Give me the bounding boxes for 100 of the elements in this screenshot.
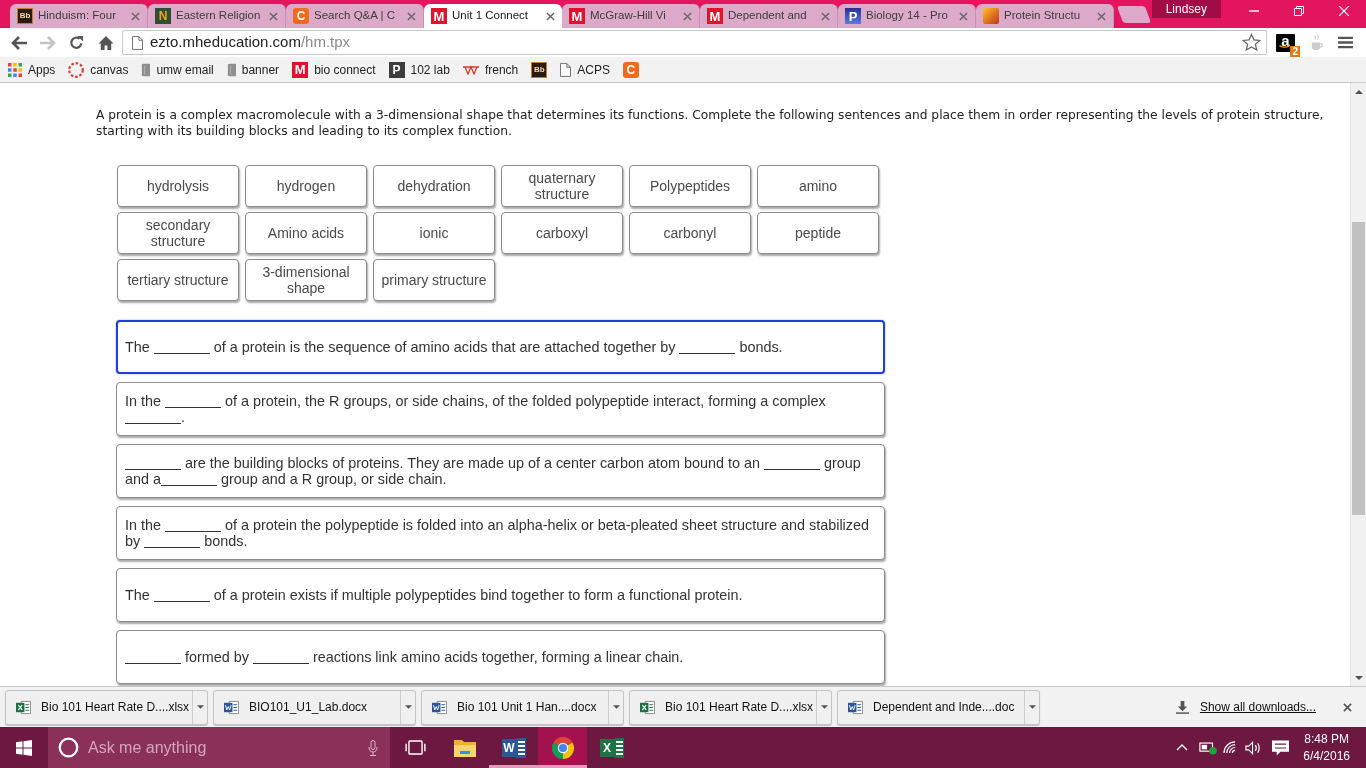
bookmark[interactable]: M bio connect — [290, 58, 378, 81]
word-tile[interactable]: carboxyl — [501, 212, 623, 254]
bookmark[interactable]: ACPS — [558, 58, 612, 81]
sentence-card[interactable]: The of a protein is the sequence of amino acids that are attached together by bonds. — [116, 320, 885, 374]
grid-icon — [8, 62, 22, 77]
word-tile[interactable]: hydrolysis — [117, 165, 239, 207]
scroll-icon — [141, 61, 151, 78]
star-icon[interactable] — [1242, 33, 1261, 52]
bookmark[interactable]: french — [460, 58, 521, 81]
bookmark[interactable]: P 102 lab — [386, 58, 452, 81]
clock-date[interactable]: 6/4/2016 — [1303, 747, 1350, 765]
windows-logo-icon — [16, 739, 32, 756]
letter-icon: M — [569, 8, 585, 24]
download-icon — [1175, 700, 1189, 714]
caret-icon[interactable] — [196, 705, 204, 709]
house-icon[interactable] — [97, 34, 114, 51]
clock-time[interactable]: 8:48 PM — [1304, 730, 1349, 748]
download-item[interactable]: Dependent and Inde....doc — [837, 689, 1040, 725]
word-tile[interactable]: peptide — [757, 212, 879, 254]
restore-icon[interactable] — [1293, 6, 1304, 16]
word-tile[interactable]: Amino acids — [245, 212, 367, 254]
battery-icon[interactable] — [1199, 740, 1218, 755]
tab[interactable]: M Dependent and — [700, 4, 838, 28]
profile-button[interactable]: Lindsey — [1151, 0, 1221, 18]
chevron-up-icon[interactable] — [1176, 744, 1189, 751]
minimize-icon[interactable] — [1248, 10, 1259, 12]
tab[interactable]: M McGraw-Hill Vi — [562, 4, 700, 28]
ring-icon[interactable] — [58, 737, 79, 758]
close-icon[interactable] — [269, 11, 278, 21]
close-icon[interactable] — [131, 11, 140, 21]
word-tile[interactable]: dehydration — [373, 165, 495, 207]
tab[interactable]: C Search Q&A | C — [286, 4, 424, 28]
close-icon[interactable] — [546, 11, 555, 21]
letter-icon: M — [707, 8, 723, 24]
folder-icon — [452, 737, 477, 758]
letter-icon: C — [293, 8, 309, 24]
tab[interactable]: M Unit 1 Connect — [424, 4, 562, 28]
close-icon[interactable] — [1097, 11, 1106, 21]
word-tile[interactable]: ionic — [373, 212, 495, 254]
bookmark[interactable]: banner — [224, 58, 282, 81]
speaker-icon[interactable] — [1245, 740, 1263, 755]
microphone-icon[interactable] — [368, 739, 378, 756]
letter-icon: M — [431, 8, 447, 24]
download-item[interactable]: Bio 101 Heart Rate D....xlsx — [5, 689, 208, 725]
page-icon — [560, 62, 572, 77]
letter-icon: Bb — [17, 8, 33, 24]
caret-icon[interactable] — [612, 705, 620, 709]
smile-arc-icon — [1279, 44, 1290, 49]
scrollbar[interactable] — [1350, 83, 1366, 686]
close-icon[interactable] — [1343, 702, 1352, 712]
bookmark[interactable]: Apps — [6, 58, 58, 81]
download-item[interactable]: Bio 101 Heart Rate D....xlsx — [629, 689, 832, 725]
word-tile[interactable]: hydrogen — [245, 165, 367, 207]
reload-icon[interactable] — [69, 35, 84, 50]
tab[interactable]: Bb Hinduism: Four — [10, 4, 148, 28]
close-icon[interactable] — [821, 11, 830, 21]
taskbar-button[interactable] — [538, 727, 587, 768]
address-field[interactable]: ezto.mheducation.com/hm.tpx — [122, 30, 1267, 55]
word-tile[interactable]: secondary structure — [117, 212, 239, 254]
page-icon — [132, 35, 143, 50]
up-arrow-icon[interactable] — [1354, 89, 1363, 94]
word-tile[interactable]: primary structure — [373, 259, 495, 301]
scrollbar-thumb[interactable] — [1352, 222, 1365, 515]
word-tile[interactable]: quaternary structure — [501, 165, 623, 207]
search-field[interactable]: Ask me anything — [88, 732, 360, 763]
download-item[interactable]: Bio 101 Unit 1 Han....docx — [421, 689, 624, 725]
show-all-downloads-link[interactable]: Show all downloads... — [1199, 698, 1316, 716]
question-prompt: A protein is a complex macromolecule with a 3-dimensional shape that determines its functions. Complete the following sentences and place them in order representing the levels of protein structure, starting with its building blocks and leading to its complex function. — [96, 107, 1325, 139]
sentence-card[interactable]: are the building blocks of proteins. They are made up of a center carbon atom bound to an group and a group and a R group, or side chain. — [116, 444, 885, 498]
close-icon[interactable] — [959, 11, 968, 21]
menu-icon[interactable] — [1338, 36, 1353, 49]
caret-icon[interactable] — [820, 705, 828, 709]
sentence-card[interactable]: In the of a protein the polypeptide is folded into an alpha-helix or beta-pleated sheet structure and stabilized by bonds. — [116, 506, 885, 560]
search-box[interactable]: Ask me anything — [48, 727, 390, 768]
left-arrow-icon[interactable] — [10, 35, 27, 50]
word-tile[interactable]: carbonyl — [629, 212, 751, 254]
dashed-ring-icon — [68, 61, 85, 78]
tab[interactable]: P Biology 14 - Pro — [838, 4, 976, 28]
word-tile[interactable]: tertiary structure — [117, 259, 239, 301]
tab[interactable]: Protein Structu — [976, 4, 1114, 28]
download-item[interactable]: BIO101_U1_Lab.docx — [213, 689, 416, 725]
sentence-card[interactable]: In the of a protein, the R groups, or side chains, of the folded polypeptide interact, forming a complex . — [116, 382, 885, 436]
word-tile[interactable]: amino — [757, 165, 879, 207]
speech-bubble-icon[interactable] — [1272, 739, 1290, 756]
word-tile[interactable]: Polypeptides — [629, 165, 751, 207]
tab[interactable]: N Eastern Religion — [148, 4, 286, 28]
caret-icon[interactable] — [1028, 705, 1036, 709]
sentence-card[interactable]: The of a protein exists if multiple polypeptides bind together to form a functional protein. — [116, 568, 885, 622]
zigzag-icon — [462, 64, 479, 75]
word-tile[interactable]: 3-dimensional shape — [245, 259, 367, 301]
sentence-card[interactable]: formed by reactions link amino acids together, forming a linear chain. — [116, 630, 885, 684]
document-file-icon — [848, 699, 863, 715]
caret-icon[interactable] — [404, 705, 412, 709]
document-file-icon — [224, 699, 239, 715]
close-icon[interactable] — [407, 11, 416, 21]
down-arrow-icon[interactable] — [1354, 675, 1363, 680]
bookmark[interactable]: umw email — [139, 58, 216, 81]
bookmark[interactable]: canvas — [66, 58, 131, 81]
taskbar-button[interactable]: X — [587, 727, 636, 768]
close-icon[interactable] — [683, 11, 692, 21]
